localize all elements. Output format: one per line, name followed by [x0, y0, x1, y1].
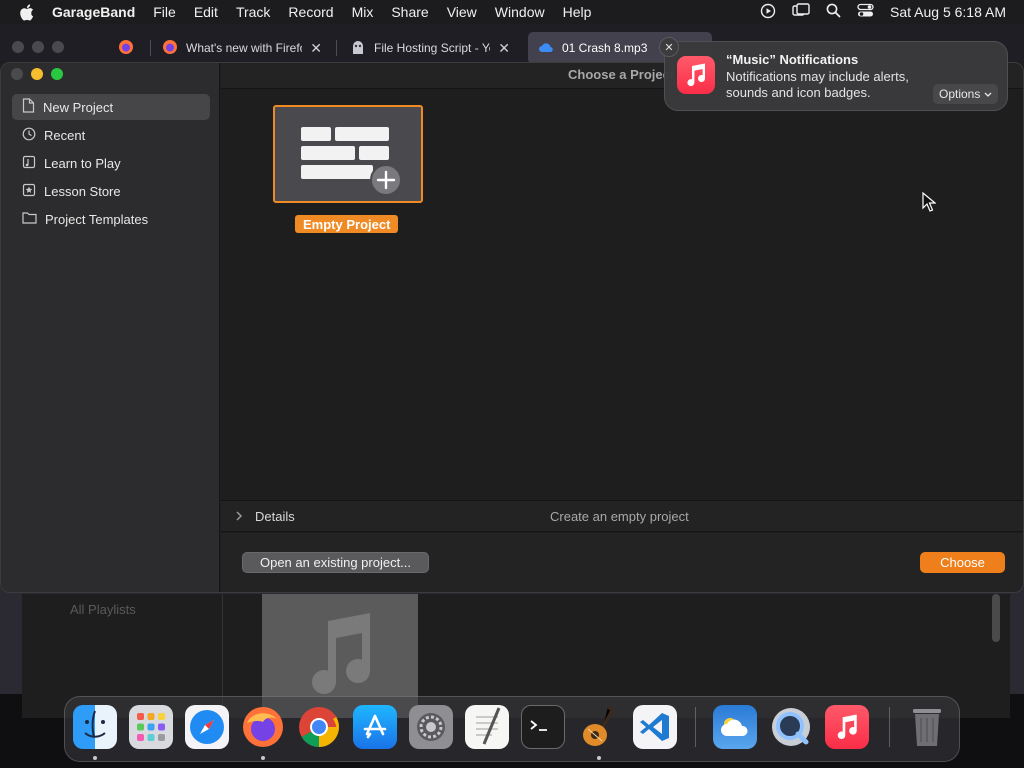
browser-window-controls [12, 41, 64, 53]
browser-minimize-button[interactable] [32, 41, 44, 53]
sidebar-item-label: Project Templates [45, 211, 149, 227]
window-title: Choose a Project [568, 67, 675, 82]
document-icon [22, 98, 35, 116]
menu-view[interactable]: View [438, 4, 486, 20]
template-description: Create an empty project [550, 509, 689, 524]
browser-tab-title: 01 Crash 8.mp3 [562, 41, 648, 55]
chevron-right-icon[interactable] [235, 510, 243, 525]
choose-button[interactable]: Choose [920, 552, 1005, 573]
notification-options-button[interactable]: Options [933, 84, 999, 104]
garageband-icon[interactable] [577, 705, 621, 749]
folder-icon [22, 211, 37, 227]
apple-menu-icon[interactable] [0, 3, 52, 21]
menu-record[interactable]: Record [279, 4, 342, 20]
menu-track[interactable]: Track [227, 4, 279, 20]
zoom-button[interactable] [51, 68, 63, 80]
details-bar: Details Create an empty project [221, 500, 1023, 532]
template-gallery: Empty Project [221, 90, 1023, 501]
browser-close-button[interactable] [12, 41, 24, 53]
music-icon[interactable] [825, 705, 869, 749]
star-icon [22, 183, 36, 200]
spotlight-icon[interactable] [826, 3, 841, 21]
sidebar-item-label: Lesson Store [44, 183, 121, 199]
cloud-icon [538, 40, 554, 57]
firefox-icon [118, 39, 134, 58]
sidebar-item-learn-to-play[interactable]: Learn to Play [12, 150, 210, 176]
textedit-icon[interactable] [465, 705, 509, 749]
music-app-icon [677, 56, 715, 94]
browser-tab[interactable]: File Hosting Script - Yeti ✕ [340, 32, 520, 64]
screen-mirroring-icon[interactable] [792, 2, 810, 22]
project-chooser-sidebar: New Project Recent Learn to Play Lesson … [1, 63, 220, 592]
menu-help[interactable]: Help [554, 4, 601, 20]
browser-tab-title: File Hosting Script - Yeti [374, 41, 491, 55]
options-label: Options [939, 87, 981, 101]
music-notification-banner[interactable]: ✕ “Music” Notifications Notifications ma… [659, 37, 1008, 111]
menu-bar: GarageBand File Edit Track Record Mix Sh… [0, 0, 1024, 24]
sidebar-item-recent[interactable]: Recent [12, 122, 210, 148]
quicktime-icon[interactable] [769, 705, 813, 749]
firefox-icon [162, 39, 178, 58]
trash-icon[interactable] [905, 705, 949, 749]
chrome-icon[interactable] [297, 705, 341, 749]
all-playlists-label[interactable]: All Playlists [70, 602, 136, 617]
app-store-icon[interactable] [353, 705, 397, 749]
close-button[interactable] [11, 68, 23, 80]
music-scrollbar[interactable] [992, 594, 1000, 642]
browser-tab-title: What's new with Firefox [186, 41, 303, 55]
music-note-icon [312, 613, 370, 695]
sidebar-item-label: Recent [44, 127, 86, 143]
sidebar-item-label: Learn to Play [44, 155, 121, 171]
sidebar-list: New Project Recent Learn to Play Lesson … [12, 94, 210, 234]
system-settings-icon[interactable] [409, 705, 453, 749]
notification-body: Notifications may include alerts, sounds… [726, 69, 909, 100]
chooser-footer: Open an existing project... Choose [221, 533, 1023, 592]
menu-window[interactable]: Window [486, 4, 554, 20]
sidebar-item-project-templates[interactable]: Project Templates [12, 206, 210, 232]
screen-record-icon[interactable] [760, 3, 776, 22]
close-tab-icon[interactable]: ✕ [310, 40, 322, 57]
menu-clock[interactable]: Sat Aug 5 6:18 AM [890, 4, 1006, 20]
browser-zoom-button[interactable] [52, 41, 64, 53]
window-controls [11, 68, 63, 80]
close-notification-icon[interactable]: ✕ [659, 37, 679, 57]
menu-share[interactable]: Share [382, 4, 437, 20]
weather-icon[interactable] [713, 705, 757, 749]
browser-tab[interactable]: What's new with Firefox ✕ [152, 32, 332, 64]
yeti-icon [350, 39, 366, 58]
sidebar-item-lesson-store[interactable]: Lesson Store [12, 178, 210, 204]
menu-app-name[interactable]: GarageBand [52, 4, 144, 20]
sidebar-item-label: New Project [43, 99, 114, 115]
garageband-project-chooser: New Project Recent Learn to Play Lesson … [0, 62, 1024, 593]
empty-project-icon [301, 127, 402, 196]
menu-file[interactable]: File [144, 4, 185, 20]
firefox-view-tab[interactable] [108, 32, 144, 64]
dock [64, 696, 960, 762]
menu-edit[interactable]: Edit [185, 4, 227, 20]
control-center-icon[interactable] [857, 3, 874, 21]
minimize-button[interactable] [31, 68, 43, 80]
close-tab-icon[interactable]: ✕ [498, 40, 510, 57]
empty-project-template[interactable] [273, 105, 423, 203]
terminal-icon[interactable] [521, 705, 565, 749]
mouse-pointer-icon [922, 191, 937, 215]
safari-icon[interactable] [185, 705, 229, 749]
chevron-down-icon [984, 87, 992, 101]
clock-icon [22, 127, 36, 144]
music-stand-icon [22, 155, 36, 172]
template-label[interactable]: Empty Project [295, 215, 399, 233]
launchpad-icon[interactable] [129, 705, 173, 749]
sidebar-item-new-project[interactable]: New Project [12, 94, 210, 120]
open-existing-project-button[interactable]: Open an existing project... [242, 552, 429, 573]
details-toggle[interactable]: Details [255, 509, 295, 524]
finder-icon[interactable] [73, 705, 117, 749]
notification-title: “Music” Notifications [726, 52, 859, 67]
vscode-icon[interactable] [633, 705, 677, 749]
menu-mix[interactable]: Mix [343, 4, 383, 20]
firefox-icon[interactable] [241, 705, 285, 749]
